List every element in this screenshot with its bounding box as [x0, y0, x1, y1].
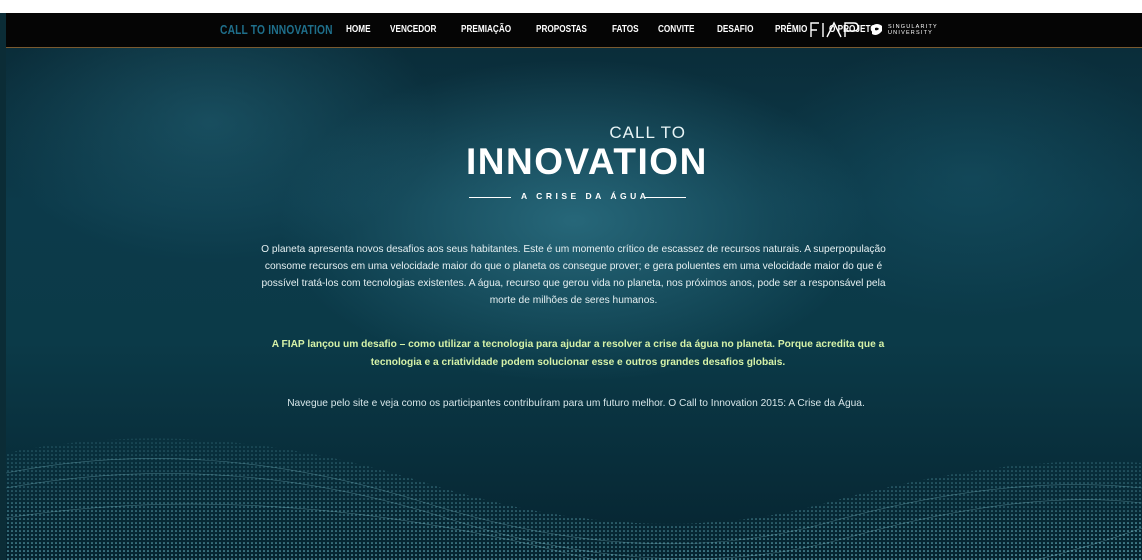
logo-divider-left [469, 197, 511, 198]
nav-item-propostas[interactable]: PROPOSTAS [536, 24, 587, 35]
logo-innovation: INNOVATION [466, 141, 708, 182]
nav-item-premio[interactable]: PRÊMIO [775, 24, 807, 35]
nav-item-fatos[interactable]: FATOS [612, 24, 639, 35]
singularity-icon [872, 24, 882, 35]
singularity-line2: UNIVERSITY [888, 30, 934, 36]
nav-item-premiacao[interactable]: PREMIAÇÃO [461, 24, 511, 35]
logo-call-to: CALL TO [609, 123, 686, 142]
logo-divider-right [644, 197, 686, 198]
top-navbar: CALL TO INNOVATION HOME VENCEDOR PREMIAÇ… [6, 13, 1142, 48]
highlight-paragraph: A FIAP lançou um desafio – como utilizar… [271, 339, 885, 368]
nav-item-home[interactable]: HOME [346, 24, 371, 35]
call-to-innovation-logo: CALL TO INNOVATION A CRISE DA ÁGUA [466, 123, 706, 213]
intro-paragraph: O planeta apresenta novos desafios aos s… [261, 244, 886, 306]
fiap-logo[interactable] [810, 21, 862, 39]
nav-item-desafio[interactable]: DESAFIO [717, 24, 753, 35]
singularity-text: SINGULARITY UNIVERSITY [888, 24, 938, 36]
logo-subtitle: A CRISE DA ÁGUA [521, 191, 650, 201]
hero-section: CALL TO INNOVATION HOME VENCEDOR PREMIAÇ… [6, 13, 1142, 560]
singularity-university-logo[interactable]: SINGULARITY UNIVERSITY [870, 23, 938, 37]
nav-item-convite[interactable]: CONVITE [658, 24, 694, 35]
nav-item-vencedor[interactable]: VENCEDOR [390, 24, 436, 35]
nav-brand-link[interactable]: CALL TO INNOVATION [220, 23, 333, 37]
particle-wave-decoration [6, 438, 1142, 560]
